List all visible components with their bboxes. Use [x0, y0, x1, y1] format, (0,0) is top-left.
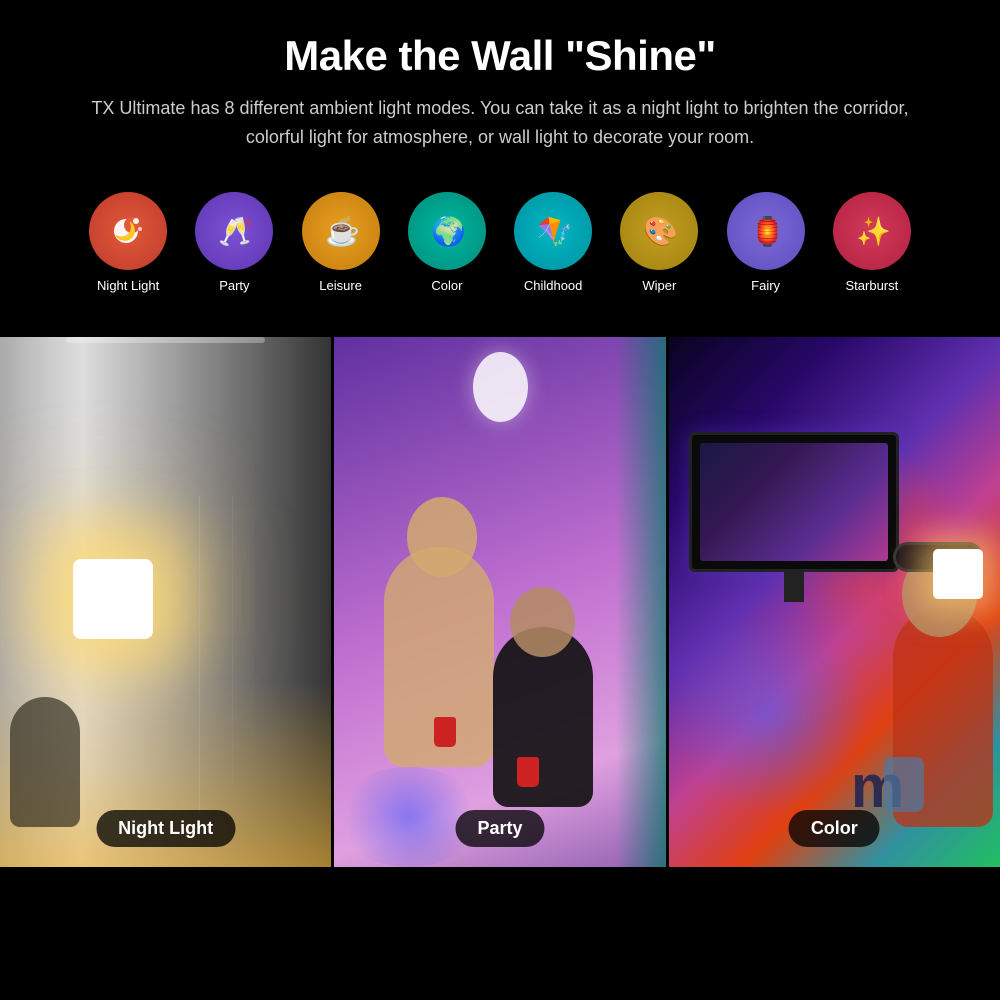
mode-leisure[interactable]: ☕ Leisure [293, 192, 389, 293]
svg-text:🥂: 🥂 [218, 216, 253, 248]
photo-panel-color: m Color [666, 337, 1000, 867]
svg-text:✨: ✨ [856, 216, 891, 247]
svg-text:🎨: 🎨 [643, 214, 678, 248]
svg-text:🌍: 🌍 [431, 215, 466, 248]
mode-fairy[interactable]: 🏮 Fairy [718, 192, 814, 293]
mode-label-party: Party [219, 278, 249, 293]
svg-text:🌙: 🌙 [114, 220, 136, 242]
mode-icon-starburst: ✨ [833, 192, 911, 270]
mode-night-light[interactable]: 🌙 Night Light [80, 192, 176, 293]
color-wall-light [933, 549, 983, 599]
mode-icon-leisure: ☕ [302, 192, 380, 270]
night-scene-bg [0, 337, 331, 867]
mode-icon-party: 🥂 [195, 192, 273, 270]
mode-icon-fairy: 🏮 [727, 192, 805, 270]
mode-label-wiper: Wiper [642, 278, 676, 293]
mode-icon-color: 🌍 [408, 192, 486, 270]
mode-label-color: Color [431, 278, 462, 293]
mode-icon-wiper: 🎨 [620, 192, 698, 270]
top-section: Make the Wall "Shine" TX Ultimate has 8 … [0, 0, 1000, 337]
photo-label-night: Night Light [96, 810, 235, 847]
photo-panel-party: Party [331, 337, 665, 867]
photo-label-party: Party [455, 810, 544, 847]
photo-label-color: Color [789, 810, 880, 847]
svg-text:🪁: 🪁 [537, 216, 572, 247]
mode-party[interactable]: 🥂 Party [186, 192, 282, 293]
night-wall-light [73, 559, 153, 639]
svg-text:☕: ☕ [325, 214, 360, 248]
modes-row: 🌙 Night Light 🥂 Party ☕ Leisure [60, 182, 940, 313]
mode-color[interactable]: 🌍 Color [399, 192, 495, 293]
party-scene-bg [334, 337, 665, 867]
mode-label-starburst: Starburst [846, 278, 899, 293]
photo-panel-night: Night Light [0, 337, 331, 867]
mode-label-childhood: Childhood [524, 278, 583, 293]
mode-label-fairy: Fairy [751, 278, 780, 293]
subtitle-text: TX Ultimate has 8 different ambient ligh… [90, 94, 910, 152]
color-glow-blue [669, 614, 869, 814]
mode-icon-childhood: 🪁 [514, 192, 592, 270]
mode-childhood[interactable]: 🪁 Childhood [505, 192, 601, 293]
mode-label-leisure: Leisure [319, 278, 362, 293]
svg-text:🏮: 🏮 [750, 215, 785, 248]
mode-icon-night-light: 🌙 [89, 192, 167, 270]
mode-starburst[interactable]: ✨ Starburst [824, 192, 920, 293]
page-title: Make the Wall "Shine" [60, 32, 940, 80]
photos-section: Night Light Party [0, 337, 1000, 867]
mode-wiper[interactable]: 🎨 Wiper [611, 192, 707, 293]
color-scene-bg: m [669, 337, 1000, 867]
mode-label-night-light: Night Light [97, 278, 159, 293]
